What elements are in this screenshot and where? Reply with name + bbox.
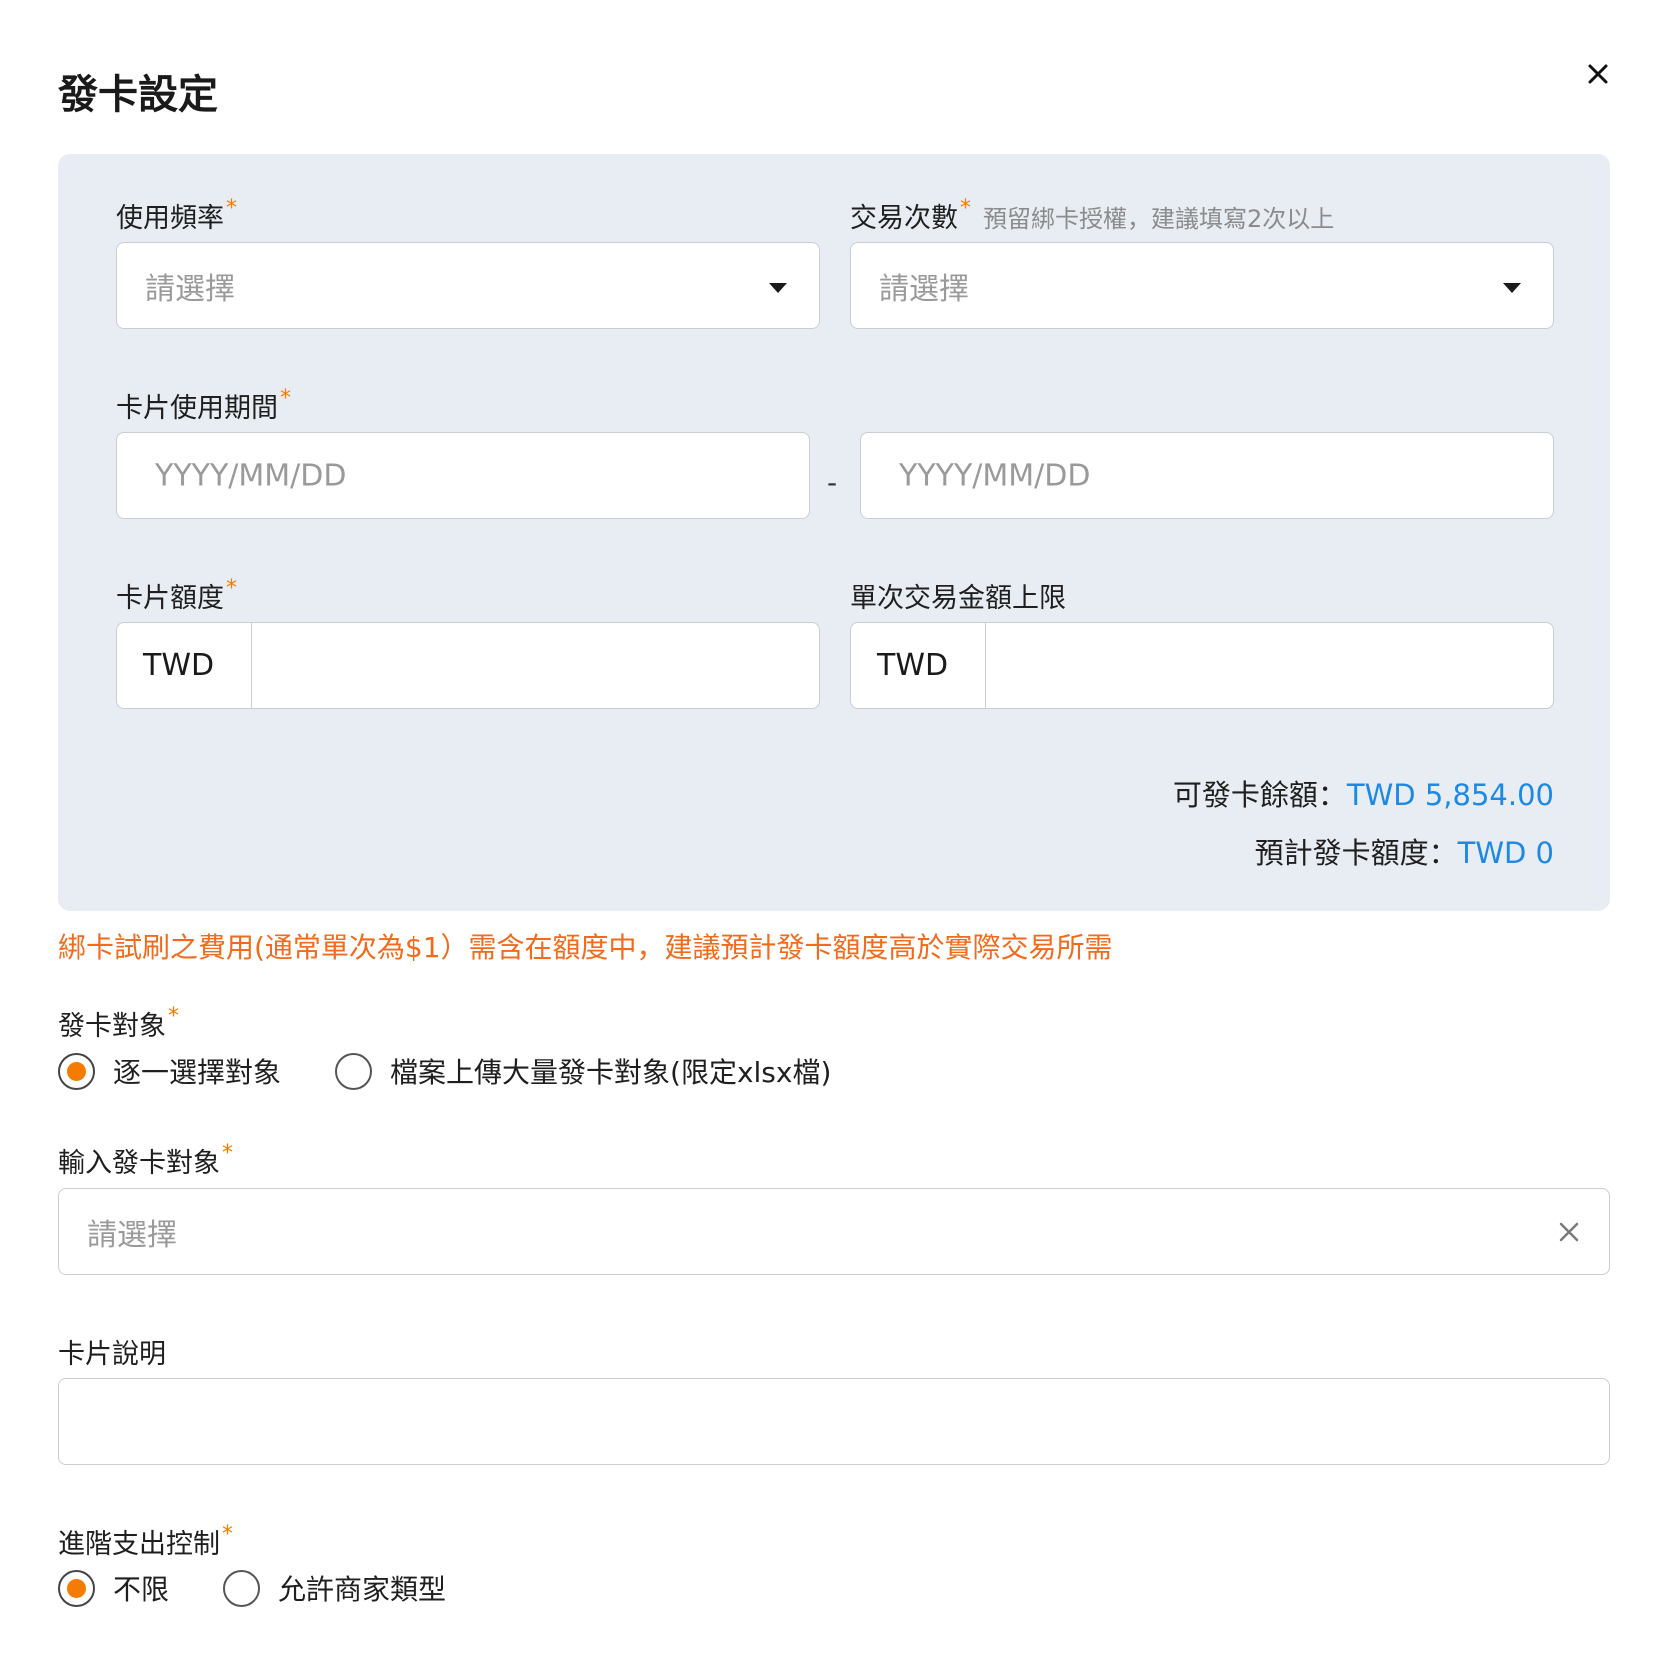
radio-unchecked-icon[interactable]	[223, 1569, 261, 1607]
target-input-select[interactable]: 請選擇	[58, 1188, 1610, 1275]
required-mark: *	[226, 576, 237, 601]
radio-merchant-types[interactable]: 允許商家類型	[223, 1568, 446, 1608]
card-limit-label: 卡片額度*	[116, 576, 237, 614]
transaction-count-placeholder: 請選擇	[879, 271, 969, 307]
required-mark: *	[226, 196, 237, 221]
radio-label: 檔案上傳大量發卡對象(限定xlsx檔)	[390, 1056, 832, 1089]
radio-label: 逐一選擇對象	[113, 1056, 282, 1089]
dialog-title: 發卡設定	[58, 72, 218, 118]
required-mark: *	[222, 1141, 233, 1166]
caret-down-icon	[1503, 282, 1521, 293]
target-input-placeholder: 請選擇	[87, 1217, 177, 1253]
advanced-control-radio-group: 不限 允許商家類型	[58, 1568, 446, 1608]
card-period-label: 卡片使用期間*	[116, 386, 291, 424]
radio-unlimited[interactable]: 不限	[58, 1568, 169, 1608]
usage-frequency-placeholder: 請選擇	[145, 271, 235, 307]
usage-frequency-label: 使用頻率*	[116, 196, 237, 234]
advanced-control-label: 進階支出控制*	[58, 1522, 233, 1560]
issue-target-label: 發卡對象*	[58, 1004, 179, 1042]
card-limit-input[interactable]: TWD	[116, 622, 820, 709]
required-mark: *	[222, 1522, 233, 1547]
radio-unchecked-icon[interactable]	[335, 1052, 373, 1090]
radio-label: 不限	[113, 1573, 170, 1606]
radio-checked-icon[interactable]	[58, 1052, 95, 1090]
required-mark: *	[960, 196, 971, 221]
clear-icon[interactable]	[1555, 1218, 1583, 1246]
transaction-count-hint: 預留綁卡授權，建議填寫2次以上	[983, 205, 1335, 233]
start-date-input[interactable]: YYYY/MM/DD	[116, 432, 810, 519]
available-balance: 可發卡餘額：TWD 5,854.00	[1172, 778, 1554, 812]
radio-individual-select[interactable]: 逐一選擇對象	[58, 1051, 281, 1091]
estimated-limit-value: TWD 0	[1457, 836, 1554, 870]
single-tx-limit-input[interactable]: TWD	[850, 622, 1554, 709]
required-mark: *	[280, 386, 291, 411]
usage-frequency-select[interactable]: 請選擇	[116, 242, 820, 329]
caret-down-icon	[769, 282, 787, 293]
card-description-input[interactable]	[58, 1378, 1610, 1465]
transaction-count-select[interactable]: 請選擇	[850, 242, 1554, 329]
transaction-count-label: 交易次數* 預留綁卡授權，建議填寫2次以上	[850, 196, 1335, 234]
estimated-limit: 預計發卡額度：TWD 0	[1254, 836, 1554, 870]
target-input-label: 輸入發卡對象*	[58, 1141, 233, 1179]
card-description-label: 卡片說明	[58, 1339, 166, 1370]
settings-panel: 使用頻率* 請選擇 交易次數* 預留綁卡授權，建議填寫2次以上 請選擇 卡片使用期…	[58, 154, 1610, 911]
issue-target-radio-group: 逐一選擇對象 檔案上傳大量發卡對象(限定xlsx檔)	[58, 1051, 831, 1091]
start-date-placeholder: YYYY/MM/DD	[155, 458, 347, 493]
required-mark: *	[168, 1004, 179, 1029]
radio-label: 允許商家類型	[278, 1573, 447, 1606]
single-tx-limit-currency: TWD	[851, 623, 986, 708]
single-tx-limit-label: 單次交易金額上限	[850, 583, 1066, 614]
radio-checked-icon[interactable]	[58, 1569, 95, 1607]
fee-warning: 綁卡試刷之費用(通常單次為$1）需含在額度中，建議預計發卡額度高於實際交易所需	[58, 931, 1113, 964]
close-icon[interactable]	[1582, 58, 1614, 90]
end-date-placeholder: YYYY/MM/DD	[899, 458, 1091, 493]
end-date-input[interactable]: YYYY/MM/DD	[860, 432, 1554, 519]
date-separator: -	[827, 466, 838, 499]
available-balance-value: TWD 5,854.00	[1346, 778, 1554, 812]
radio-file-upload[interactable]: 檔案上傳大量發卡對象(限定xlsx檔)	[335, 1051, 831, 1091]
card-limit-currency: TWD	[117, 623, 252, 708]
